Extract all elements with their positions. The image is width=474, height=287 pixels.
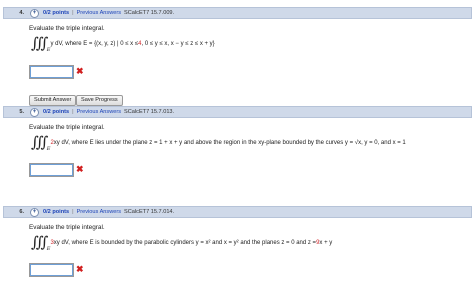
integrand-rest: , 0 ≤ y ≤ x, x − y ≤ z ≤ x + y} [141,40,215,47]
x-mark-icon: ✖ [76,164,84,174]
answer-input[interactable] [29,65,74,79]
source-label: SCalcET7 15.7.014. [124,209,175,215]
problem-4: 4. + 0/2 points | Previous Answers SCalc… [3,7,472,106]
integrand-rest: x + y [319,239,333,246]
problem-header: 4. + 0/2 points | Previous Answers SCalc… [3,7,472,19]
previous-answers-link[interactable]: Previous Answers [77,209,121,215]
prompt-text: Evaluate the triple integral. [29,25,105,32]
points-label: 0/2 points [43,109,70,115]
problem-number: 6. [19,209,24,215]
integrand-text: xy dV, where E lies under the plane z = … [53,139,406,146]
problem-5: 5. + 0/2 points | Previous Answers SCalc… [3,106,472,177]
region-subscript: E [46,47,51,53]
x-mark-icon: ✖ [76,66,84,76]
integrand-text: y dV, where E = {(x, y, z) | 0 ≤ x ≤ [50,40,139,47]
problem-number: 4. [19,10,24,16]
separator: | [72,209,74,215]
points-label: 0/2 points [43,209,70,215]
x-mark-icon: ✖ [76,264,84,274]
integral-expression: ∫∫∫ E 2 xy dV, where E lies under the plan… [31,133,406,152]
triple-integral-symbol: ∫∫∫ E [31,34,51,53]
answer-input[interactable] [29,263,74,277]
triple-integral-symbol: ∫∫∫ E [31,233,51,252]
region-subscript: E [46,146,51,152]
answer-input[interactable] [29,163,74,177]
previous-answers-link[interactable]: Previous Answers [77,10,121,16]
plus-circle-icon[interactable]: + [30,8,39,18]
problem-number: 5. [19,109,24,115]
integral-expression: ∫∫∫ E y dV, where E = {(x, y, z) | 0 ≤ x … [31,34,215,53]
separator: | [72,10,74,16]
plus-circle-icon[interactable]: + [30,207,39,217]
problem-6: 6. + 0/2 points | Previous Answers SCalc… [3,206,472,277]
separator: | [72,109,74,115]
region-subscript: E [46,246,51,252]
integrand-text: xy dV, where E is bounded by the parabol… [53,239,317,246]
prompt-text: Evaluate the triple integral. [29,224,105,231]
triple-integral-symbol: ∫∫∫ E [31,133,51,152]
submit-answer-button[interactable]: Submit Answer [29,95,77,106]
save-progress-button[interactable]: Save Progress [76,95,123,106]
problem-header: 6. + 0/2 points | Previous Answers SCalc… [3,206,472,218]
points-label: 0/2 points [43,10,70,16]
integral-expression: ∫∫∫ E 3 xy dV, where E is bounded by the p… [31,233,333,252]
previous-answers-link[interactable]: Previous Answers [77,109,121,115]
plus-circle-icon[interactable]: + [30,107,39,117]
source-label: SCalcET7 15.7.009. [124,10,175,16]
prompt-text: Evaluate the triple integral. [29,124,105,131]
problem-header: 5. + 0/2 points | Previous Answers SCalc… [3,106,472,118]
source-label: SCalcET7 15.7.013. [124,109,175,115]
